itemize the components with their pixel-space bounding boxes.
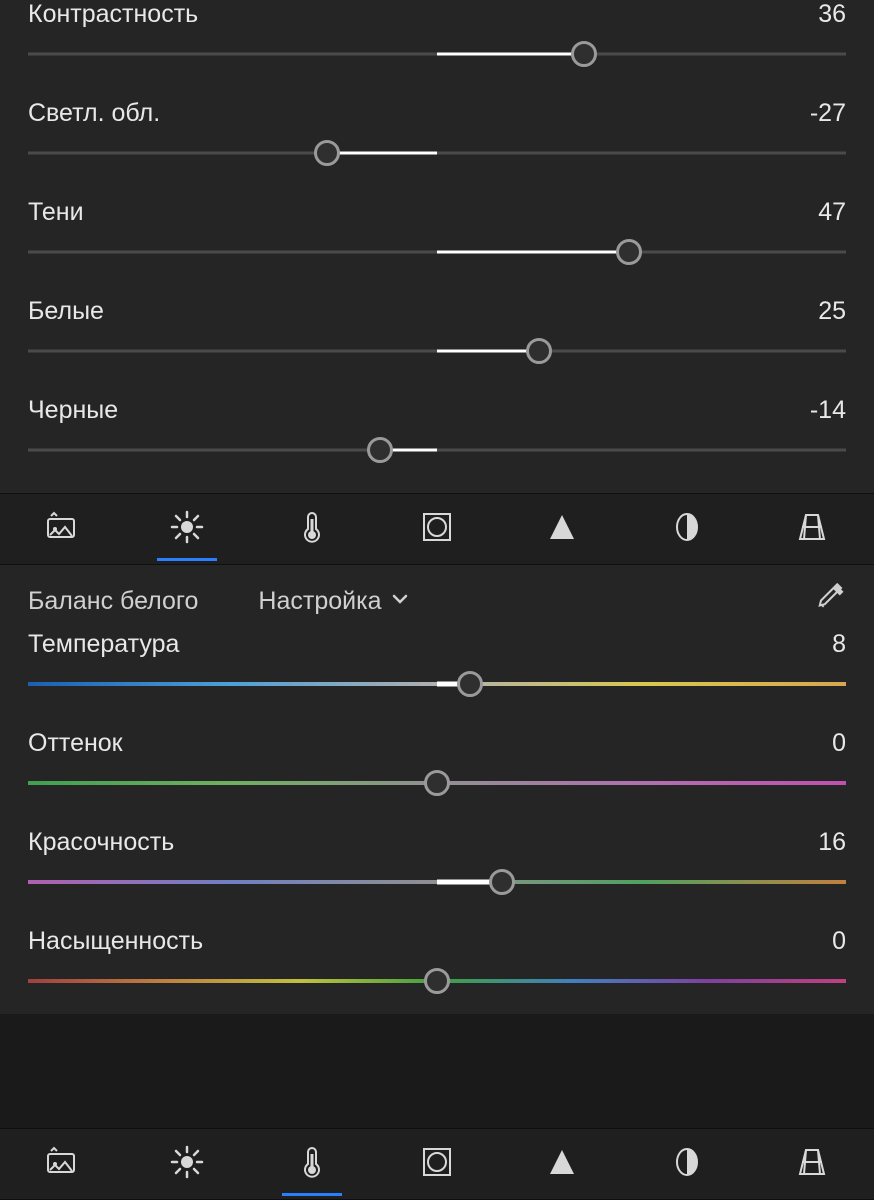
slider-color-1: Оттенок 0: [28, 717, 846, 816]
light-tab[interactable]: [143, 493, 231, 565]
slider-track[interactable]: [28, 140, 846, 166]
slider-light-2: Тени 47: [28, 186, 846, 285]
slider-label: Оттенок: [28, 729, 123, 758]
detail-tab[interactable]: [518, 493, 606, 565]
slider-track[interactable]: [28, 770, 846, 796]
slider-thumb[interactable]: [526, 338, 552, 364]
sun-icon: [169, 509, 205, 550]
white-balance-preset-label: Настройка: [258, 587, 381, 616]
slider-value: 8: [832, 630, 846, 659]
light-panel: Контрастность 36 Светл. обл. -27 Тени 47: [0, 0, 874, 493]
slider-value: 25: [818, 297, 846, 326]
slider-label: Контрастность: [28, 0, 198, 29]
slider-thumb[interactable]: [489, 869, 515, 895]
thermometer-icon: [294, 1144, 330, 1185]
effects-tab[interactable]: [393, 1128, 481, 1200]
presets-icon: [44, 509, 80, 550]
slider-light-0: Контрастность 36: [28, 0, 846, 87]
slider-label: Температура: [28, 630, 179, 659]
slider-track[interactable]: [28, 239, 846, 265]
slider-light-4: Черные -14: [28, 384, 846, 483]
geometry-tab[interactable]: [768, 493, 856, 565]
eyedropper-button[interactable]: [816, 583, 846, 620]
slider-thumb[interactable]: [571, 41, 597, 67]
slider-light-3: Белые 25: [28, 285, 846, 384]
slider-thumb[interactable]: [457, 671, 483, 697]
vignette-icon: [419, 1144, 455, 1185]
slider-label: Тени: [28, 198, 84, 227]
slider-color-3: Насыщенность 0: [28, 915, 846, 1014]
color-tab[interactable]: [268, 493, 356, 565]
triangle-icon: [544, 509, 580, 550]
slider-track[interactable]: [28, 869, 846, 895]
slider-thumb[interactable]: [314, 140, 340, 166]
triangle-icon: [544, 1144, 580, 1185]
slider-track[interactable]: [28, 437, 846, 463]
slider-thumb[interactable]: [367, 437, 393, 463]
slider-value: 0: [832, 927, 846, 956]
slider-track[interactable]: [28, 41, 846, 67]
lens-icon: [669, 509, 705, 550]
geometry-icon: [794, 509, 830, 550]
slider-track[interactable]: [28, 968, 846, 994]
detail-tab[interactable]: [518, 1128, 606, 1200]
slider-track[interactable]: [28, 338, 846, 364]
slider-color-0: Температура 8: [28, 630, 846, 717]
slider-thumb[interactable]: [424, 770, 450, 796]
white-balance-preset-dropdown[interactable]: Настройка: [258, 587, 816, 616]
color-tab[interactable]: [268, 1128, 356, 1200]
slider-label: Белые: [28, 297, 104, 326]
presets-tab[interactable]: [18, 493, 106, 565]
white-balance-header: Баланс белого Настройка: [28, 565, 846, 630]
slider-label: Красочность: [28, 828, 174, 857]
slider-value: 47: [818, 198, 846, 227]
slider-thumb[interactable]: [616, 239, 642, 265]
presets-tab[interactable]: [18, 1128, 106, 1200]
chevron-down-icon: [390, 587, 410, 616]
vignette-icon: [419, 509, 455, 550]
edit-tabbar-top: [0, 493, 874, 565]
geometry-tab[interactable]: [768, 1128, 856, 1200]
slider-label: Насыщенность: [28, 927, 203, 956]
geometry-icon: [794, 1144, 830, 1185]
slider-thumb[interactable]: [424, 968, 450, 994]
presets-icon: [44, 1144, 80, 1185]
slider-value: 0: [832, 729, 846, 758]
thermometer-icon: [294, 509, 330, 550]
slider-color-2: Красочность 16: [28, 816, 846, 915]
optics-tab[interactable]: [643, 493, 731, 565]
slider-value: 36: [818, 0, 846, 29]
slider-label: Черные: [28, 396, 118, 425]
color-panel: Баланс белого Настройка Температура 8 От…: [0, 565, 874, 1014]
slider-label: Светл. обл.: [28, 99, 160, 128]
lens-icon: [669, 1144, 705, 1185]
optics-tab[interactable]: [643, 1128, 731, 1200]
edit-tabbar-bottom: [0, 1128, 874, 1200]
white-balance-title: Баланс белого: [28, 587, 198, 616]
light-tab[interactable]: [143, 1128, 231, 1200]
effects-tab[interactable]: [393, 493, 481, 565]
slider-light-1: Светл. обл. -27: [28, 87, 846, 186]
sun-icon: [169, 1144, 205, 1185]
slider-value: -14: [810, 396, 846, 425]
slider-track[interactable]: [28, 671, 846, 697]
slider-value: 16: [818, 828, 846, 857]
slider-value: -27: [810, 99, 846, 128]
